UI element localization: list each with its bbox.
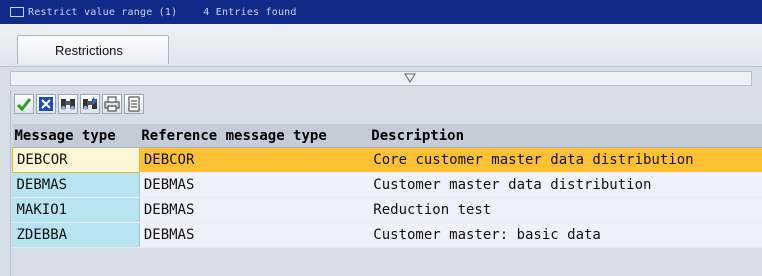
print-icon[interactable] xyxy=(102,94,122,114)
description-cell[interactable]: Customer master data distribution xyxy=(369,172,762,198)
title-bar: Restrict value range (1) 4 Entries found xyxy=(0,0,762,24)
table-row[interactable]: MAKIO1 DEBMAS Reduction test xyxy=(12,197,762,223)
toolbar xyxy=(10,92,144,116)
tab-restrictions-label: Restrictions xyxy=(55,42,123,58)
message-type-cell[interactable]: DEBCOR xyxy=(12,147,140,173)
results-table: Message type Reference message type Desc… xyxy=(12,124,762,248)
window-icon xyxy=(10,7,24,17)
column-header-reference-message-type[interactable]: Reference message type xyxy=(139,124,370,148)
description-cell[interactable]: Customer master: basic data xyxy=(369,222,762,248)
tab-restrictions[interactable]: Restrictions xyxy=(17,35,169,64)
description-cell[interactable]: Reduction test xyxy=(369,197,762,223)
cancel-icon[interactable] xyxy=(36,94,56,114)
tab-strip: Restrictions xyxy=(0,24,762,67)
reference-cell[interactable]: DEBMAS xyxy=(139,172,370,198)
description-cell[interactable]: Core customer master data distribution xyxy=(369,147,762,173)
message-type-cell[interactable]: ZDEBBA xyxy=(12,222,140,248)
message-type-cell[interactable]: DEBMAS xyxy=(12,172,140,198)
message-type-cell[interactable]: MAKIO1 xyxy=(12,197,140,223)
chevron-down-icon[interactable] xyxy=(404,73,416,83)
table-row[interactable]: DEBMAS DEBMAS Customer master data distr… xyxy=(12,172,762,198)
table-row[interactable]: DEBCOR DEBCOR Core customer master data … xyxy=(12,147,762,173)
reference-cell[interactable]: DEBCOR xyxy=(139,147,370,173)
column-header-description[interactable]: Description xyxy=(369,124,762,148)
table-header-row: Message type Reference message type Desc… xyxy=(12,124,762,148)
find-next-icon[interactable] xyxy=(80,94,100,114)
window-title: Restrict value range (1) xyxy=(28,6,178,18)
reference-cell[interactable]: DEBMAS xyxy=(139,197,370,223)
list-icon[interactable] xyxy=(124,94,144,114)
reference-cell[interactable]: DEBMAS xyxy=(139,222,370,248)
table-row[interactable]: ZDEBBA DEBMAS Customer master: basic dat… xyxy=(12,222,762,248)
collapse-bar[interactable] xyxy=(10,71,752,86)
entries-found-label: 4 Entries found xyxy=(203,6,297,18)
check-icon[interactable] xyxy=(14,94,34,114)
find-icon[interactable] xyxy=(58,94,78,114)
column-header-message-type[interactable]: Message type xyxy=(12,124,140,148)
